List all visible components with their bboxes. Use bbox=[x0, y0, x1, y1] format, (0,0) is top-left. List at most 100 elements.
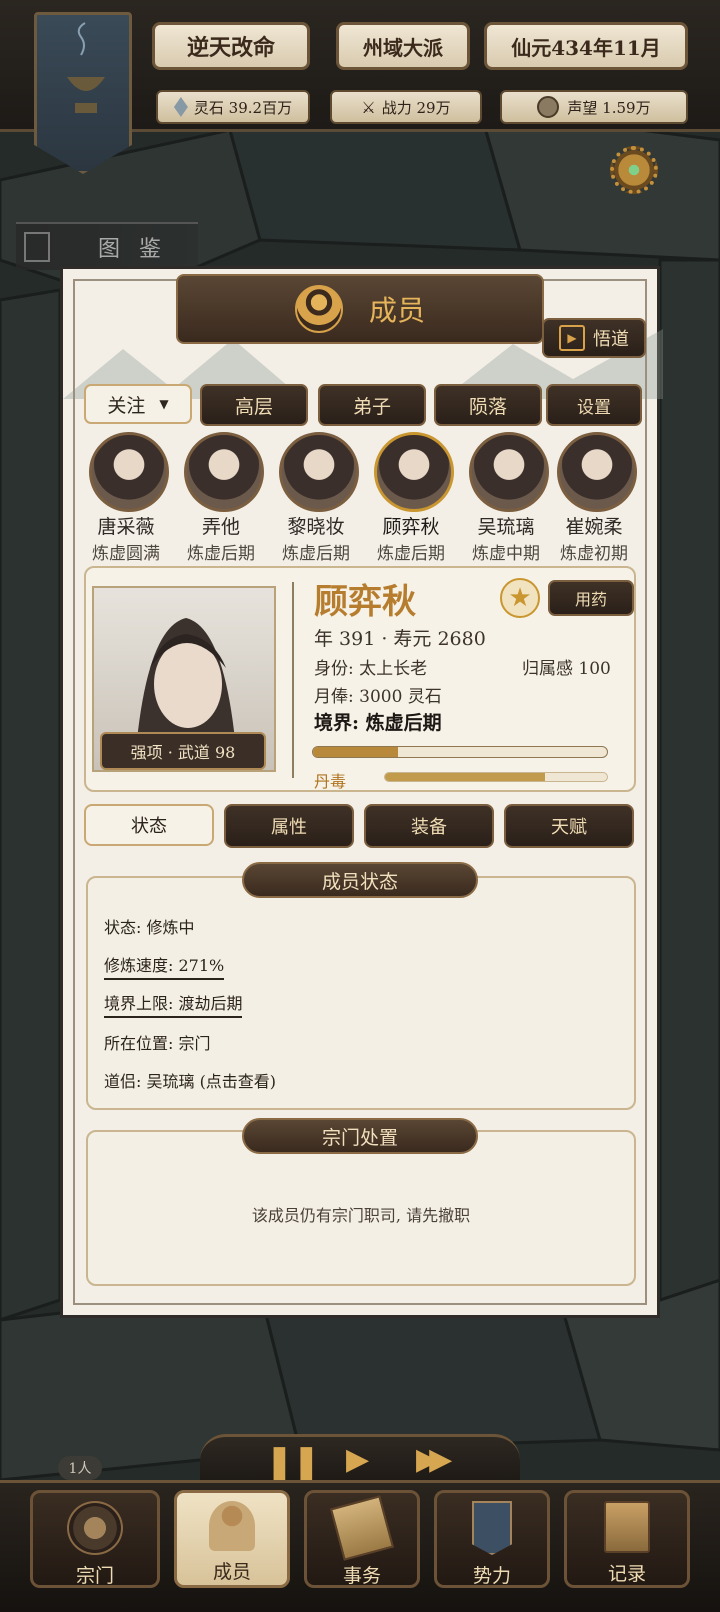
member-item[interactable]: 崔婉柔 炼虚初期 bbox=[548, 432, 646, 564]
favorite-star-icon[interactable]: ★ bbox=[500, 578, 540, 618]
spirit-stone-icon bbox=[173, 97, 188, 117]
sect-hall-icon bbox=[67, 1501, 123, 1555]
status-realm-cap[interactable]: 境界上限: 渡劫后期 bbox=[104, 990, 243, 1018]
chevron-down-icon: ▼ bbox=[159, 397, 169, 411]
play-video-icon: ▶ bbox=[559, 325, 585, 351]
member-item[interactable]: 弄他 炼虚后期 bbox=[175, 432, 273, 564]
scroll-icon bbox=[329, 1495, 395, 1561]
detail-divider bbox=[292, 582, 294, 778]
nav-records-label: 记录 bbox=[607, 1563, 646, 1585]
disposal-message: 该成员仍有宗门职司, 请先撤职 bbox=[251, 1206, 471, 1225]
member-avatar bbox=[557, 432, 637, 512]
nav-factions[interactable]: 势力 bbox=[434, 1490, 550, 1588]
tab-senior[interactable]: 高层 bbox=[200, 384, 308, 426]
tab-disciples[interactable]: 弟子 bbox=[318, 384, 426, 426]
strength-badge: 强项 · 武道 98 bbox=[100, 732, 266, 770]
status-partner[interactable]: 道侣: 吴琉璃 (点击查看) bbox=[104, 1068, 276, 1092]
poison-bar bbox=[384, 772, 608, 782]
status-state: 状态: 修炼中 bbox=[104, 918, 195, 937]
sect-banner[interactable] bbox=[34, 12, 132, 174]
medicine-button[interactable]: 用药 bbox=[548, 580, 634, 616]
nav-sect[interactable]: 宗门 bbox=[30, 1490, 160, 1588]
nav-members-label: 成员 bbox=[212, 1561, 251, 1583]
tab-settings[interactable]: 设置 bbox=[546, 384, 642, 426]
subtab-equipment[interactable]: 装备 bbox=[364, 804, 494, 848]
sword-icon: ⚔ bbox=[361, 97, 376, 117]
calendar-date: 仙元434年11月 bbox=[484, 22, 688, 70]
nav-affairs[interactable]: 事务 bbox=[304, 1490, 420, 1588]
combat-power-value: 战力 29万 bbox=[381, 98, 451, 117]
banner-flag-icon bbox=[472, 1501, 512, 1555]
member-count-badge: 1人 bbox=[58, 1456, 102, 1480]
age-lifespan: 年 391 · 寿元 2680 bbox=[314, 628, 486, 650]
play-icon[interactable]: ▶ bbox=[346, 1442, 376, 1478]
prestige-stat: 声望 1.59万 bbox=[500, 90, 688, 124]
member-name: 顾弈秋 bbox=[382, 516, 440, 538]
member-name: 唐采薇 bbox=[97, 516, 155, 538]
prestige-value: 声望 1.59万 bbox=[567, 98, 651, 117]
member-name: 黎晓妆 bbox=[287, 516, 345, 538]
member-list: 唐采薇 炼虚圆满 弄他 炼虚后期 黎晓妆 炼虚后期 顾弈秋 炼虚后期 吴琉璃 炼… bbox=[80, 432, 640, 564]
member-avatar bbox=[469, 432, 549, 512]
member-silhouette-icon bbox=[209, 1501, 255, 1551]
status-location: 所在位置: 宗门 bbox=[104, 1034, 211, 1053]
panel-title: 成员 bbox=[368, 294, 425, 327]
identity: 身份: 太上长老 bbox=[314, 659, 428, 679]
member-name: 崔婉柔 bbox=[565, 516, 623, 538]
poison-fill bbox=[385, 773, 545, 781]
member-stage: 炼虚圆满 bbox=[92, 544, 160, 564]
subtab-talent[interactable]: 天赋 bbox=[504, 804, 634, 848]
status-speed[interactable]: 修炼速度: 271% bbox=[104, 952, 225, 980]
title-mid: 州域大派 bbox=[336, 22, 470, 70]
filter-value: 关注 bbox=[107, 394, 146, 417]
member-stage: 炼虚后期 bbox=[377, 544, 445, 564]
fast-forward-icon[interactable]: ▶▶ bbox=[416, 1442, 462, 1478]
member-item-selected[interactable]: 顾弈秋 炼虚后期 bbox=[365, 432, 463, 564]
member-item[interactable]: 唐采薇 炼虚圆满 bbox=[80, 432, 178, 564]
member-stage: 炼虚后期 bbox=[282, 544, 350, 564]
record-book-icon bbox=[604, 1501, 650, 1553]
pause-icon[interactable]: ❚❚ bbox=[266, 1442, 320, 1480]
subtab-attributes[interactable]: 属性 bbox=[224, 804, 354, 848]
nav-members[interactable]: 成员 bbox=[174, 1490, 290, 1588]
combat-power-stat: ⚔ 战力 29万 bbox=[330, 90, 482, 124]
status-section-title: 成员状态 bbox=[242, 862, 478, 898]
nav-sect-label: 宗门 bbox=[75, 1565, 114, 1587]
member-avatar bbox=[279, 432, 359, 512]
title-left: 逆天改命 bbox=[152, 22, 310, 70]
member-avatar bbox=[184, 432, 264, 512]
belonging: 归属感 100 bbox=[522, 659, 611, 679]
salary: 月俸: 3000 灵石 bbox=[314, 687, 442, 707]
member-item[interactable]: 吴琉璃 炼虚中期 bbox=[460, 432, 558, 564]
enlighten-label: 悟道 bbox=[593, 329, 629, 350]
member-name: 弄他 bbox=[201, 516, 240, 538]
codex-book-icon bbox=[24, 232, 50, 262]
spirit-stone-stat: 灵石 39.2百万 bbox=[156, 90, 310, 124]
nav-factions-label: 势力 bbox=[472, 1565, 511, 1587]
member-detail-name: 顾弈秋 bbox=[314, 582, 416, 622]
member-stage: 炼虚后期 bbox=[187, 544, 255, 564]
disposal-section-title: 宗门处置 bbox=[242, 1118, 478, 1154]
cultivation-progress-fill bbox=[313, 747, 399, 757]
codex-button[interactable]: 图 鉴 bbox=[16, 222, 198, 270]
tab-fallen[interactable]: 陨落 bbox=[434, 384, 542, 426]
enlighten-button[interactable]: ▶ 悟道 bbox=[542, 318, 646, 358]
member-stage: 炼虚中期 bbox=[472, 544, 540, 564]
realm: 境界: 炼虚后期 bbox=[314, 712, 442, 734]
codex-label: 图 鉴 bbox=[98, 237, 167, 262]
nav-records[interactable]: 记录 bbox=[564, 1490, 690, 1588]
spirit-stone-value: 灵石 39.2百万 bbox=[193, 98, 293, 117]
subtab-status[interactable]: 状态 bbox=[84, 804, 214, 846]
settings-gear-icon[interactable] bbox=[610, 146, 658, 194]
member-item[interactable]: 黎晓妆 炼虚后期 bbox=[270, 432, 368, 564]
filter-dropdown[interactable]: 关注 ▼ bbox=[84, 384, 192, 424]
member-stage: 炼虚初期 bbox=[560, 544, 628, 564]
member-avatar bbox=[89, 432, 169, 512]
cultivation-progress-bar bbox=[312, 746, 608, 758]
prestige-orb-icon bbox=[537, 96, 560, 118]
poison-label: 丹毒 bbox=[314, 772, 347, 791]
member-name: 吴琉璃 bbox=[477, 516, 535, 538]
member-avatar bbox=[374, 432, 454, 512]
nav-affairs-label: 事务 bbox=[342, 1565, 381, 1587]
member-silhouette-icon bbox=[294, 285, 343, 333]
